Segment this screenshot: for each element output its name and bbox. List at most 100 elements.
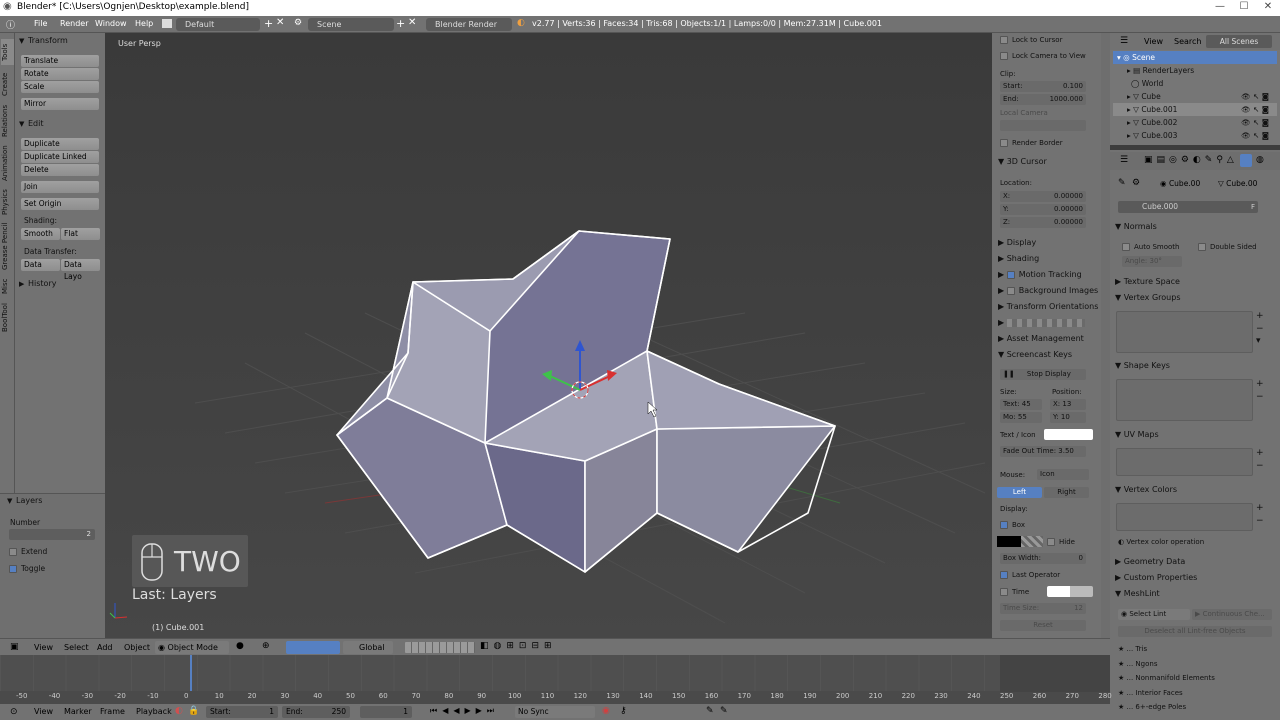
keying-set-icon[interactable]: ⚷ (620, 706, 627, 716)
tab-animation[interactable]: Animation (1, 143, 14, 183)
editor-type-icon[interactable]: ▣ (10, 642, 19, 652)
clip-end-field[interactable]: End: 1000.000 (1000, 94, 1086, 105)
vertex-color-operation[interactable]: ◐ Vertex color operation (1118, 538, 1204, 546)
fake-user-button[interactable]: F (1251, 203, 1255, 211)
local-camera-field[interactable] (1000, 120, 1086, 131)
timeline-frame-menu[interactable]: Frame (100, 707, 125, 716)
set-origin-button[interactable]: Set Origin (21, 198, 99, 210)
3d-cursor-panel-header[interactable]: ▼ 3D Cursor (998, 157, 1047, 166)
vertex-group-menu-icon[interactable]: ▾ (1256, 336, 1261, 346)
last-operator-checkbox[interactable]: Last Operator (1000, 571, 1060, 579)
mouse-size-field[interactable]: Mo: 55 (1000, 412, 1042, 423)
playback-controls-icon[interactable]: ⏮◀◀▶▶⏭ (430, 706, 499, 716)
shading-panel-header[interactable]: ▶ Shading (998, 254, 1039, 263)
continuous-check-button[interactable]: ▶ Continuous Che... (1192, 609, 1272, 620)
outliner-item-cube-001[interactable]: ▸ ▽ Cube.001 👁 ↖ ◙ (1113, 103, 1277, 116)
viewport-shading-icon[interactable]: ● (236, 641, 244, 651)
delete-keyframe-icon[interactable]: ✎ (720, 706, 728, 716)
geometry-data-panel-header[interactable]: ▶ Geometry Data (1115, 557, 1185, 566)
mesh-data-tab-icon[interactable] (1240, 154, 1252, 167)
background-images-panel-header[interactable]: ▶ Background Images (998, 286, 1098, 295)
timeline[interactable]: -50 -40 -30 -20 -10 0 10 20 30 40 50 60 70 80 90 100 110… (0, 655, 1112, 704)
scale-button[interactable]: Scale (21, 81, 99, 93)
scene-field[interactable]: Scene (308, 18, 394, 31)
vertex-colors-panel-header[interactable]: ▼ Vertex Colors (1115, 485, 1177, 494)
position-x-field[interactable]: X: 13 (1050, 399, 1086, 410)
timeline-editor-icon[interactable]: ⊙ (10, 707, 18, 717)
layout-field[interactable]: Default (176, 18, 260, 31)
object-menu[interactable]: Object (124, 643, 150, 652)
layers-panel-header[interactable]: ▼ Layers (7, 496, 42, 505)
lint-ngons-item[interactable]: ★ ... Ngons (1118, 660, 1157, 668)
tab-tools[interactable]: Tools (1, 39, 14, 65)
outliner-search-menu[interactable]: Search (1174, 37, 1201, 46)
select-menu[interactable]: Select (64, 643, 89, 652)
outliner-item-cube-003[interactable]: ▸ ▽ Cube.003 👁 ↖ ◙ (1113, 129, 1277, 142)
remove-shape-key-icon[interactable]: − (1256, 392, 1264, 402)
3d-viewport[interactable]: User Persp (1) Cube.001 TWO Last: Layers (105, 33, 992, 638)
box-width-field[interactable]: Box Width: 0 (1000, 553, 1086, 564)
toggle-checkbox[interactable]: Toggle (9, 564, 45, 573)
add-layout-icon[interactable]: + (264, 17, 273, 30)
material-tab-icon[interactable]: ◍ (1256, 155, 1264, 165)
timeline-marker-menu[interactable]: Marker (64, 707, 92, 716)
add-scene-icon[interactable]: + (396, 17, 405, 30)
remove-vertex-group-icon[interactable]: − (1256, 324, 1264, 334)
duplicate-linked-button[interactable]: Duplicate Linked (21, 151, 99, 163)
pin-icon[interactable]: ✎ (1118, 178, 1126, 188)
custom-properties-panel-header[interactable]: ▶ Custom Properties (1115, 573, 1197, 582)
duplicate-button[interactable]: Duplicate (21, 138, 99, 150)
cursor-z-field[interactable]: Z: 0.00000 (1000, 217, 1086, 228)
maximize-button[interactable]: ☐ (1232, 1, 1256, 14)
mouse-mode-select[interactable]: Icon (1037, 469, 1089, 480)
tab-booltool[interactable]: BoolTool (1, 301, 14, 335)
double-sided-checkbox[interactable]: Double Sided (1198, 243, 1257, 251)
lock-range-icon[interactable]: 🔒 (188, 706, 199, 716)
mesh-name-field[interactable]: Cube.000 (1118, 201, 1258, 213)
left-position-button[interactable]: Left (997, 487, 1042, 498)
lock-camera-checkbox[interactable]: Lock Camera to View (1000, 52, 1086, 60)
context-tab-icons[interactable]: ▣▤◎⚙◐✎⚲△ (1144, 155, 1238, 165)
outliner-item-world[interactable]: ◯ World (1113, 77, 1277, 90)
record-icon[interactable]: ◉ (602, 706, 610, 716)
join-button[interactable]: Join (21, 181, 99, 193)
object-mode-select[interactable]: ◉ Object Mode (155, 641, 229, 654)
cursor-x-field[interactable]: X: 0.00000 (1000, 191, 1086, 202)
right-position-button[interactable]: Right (1044, 487, 1089, 498)
edit-panel-header[interactable]: ▼ Edit (19, 119, 44, 128)
angle-field[interactable]: Angle: 30° (1122, 256, 1182, 267)
lint-interior-faces-item[interactable]: ★ ... Interior Faces (1118, 689, 1183, 697)
tab-grease-pencil[interactable]: Grease Pencil (1, 221, 14, 271)
current-frame-field[interactable]: 1 (360, 706, 412, 718)
outliner-item-cube-002[interactable]: ▸ ▽ Cube.002 👁 ↖ ◙ (1113, 116, 1277, 129)
fade-out-time-field[interactable]: Fade Out Time: 3.50 (1000, 446, 1086, 457)
manipulator-toggle[interactable] (286, 641, 340, 654)
flat-button[interactable]: Flat (61, 228, 100, 240)
tab-physics[interactable]: Physics (1, 187, 14, 217)
select-lint-button[interactable]: ◉ Select Lint (1118, 609, 1190, 620)
hide-checkbox[interactable]: Hide (1047, 538, 1075, 546)
motion-tracking-panel-header[interactable]: ▶ Motion Tracking (998, 270, 1082, 279)
outliner-item-renderlayers[interactable]: ▸ ▤ RenderLayers (1113, 64, 1277, 77)
pivot-point-icon[interactable]: ⊕ (262, 641, 270, 651)
rotate-button[interactable]: Rotate (21, 68, 99, 80)
screen-layout-icon[interactable] (162, 19, 172, 28)
lint-poles-item[interactable]: ★ ... 6+-edge Poles (1118, 703, 1186, 711)
orientation-select[interactable]: Global (343, 641, 393, 654)
display-panel-header[interactable]: ▶ Display (998, 238, 1036, 247)
history-panel-header[interactable]: ▶ History (19, 279, 56, 288)
menu-file[interactable]: File (34, 19, 47, 28)
close-window-button[interactable]: ✕ (1256, 1, 1280, 14)
unnamed-panel-header[interactable]: ▶ (998, 318, 1085, 327)
outliner-editor-icon[interactable]: ☰ (1120, 36, 1128, 46)
lock-to-cursor-checkbox[interactable]: Lock to Cursor (1000, 36, 1062, 44)
text-size-field[interactable]: Text: 45 (1000, 399, 1042, 410)
cursor-y-field[interactable]: Y: 0.00000 (1000, 204, 1086, 215)
outliner-item-scene[interactable]: ▾ ◎ Scene (1113, 51, 1277, 64)
remove-vertex-color-icon[interactable]: − (1256, 516, 1264, 526)
render-engine-select[interactable]: Blender Render (426, 18, 512, 31)
start-frame-field[interactable]: Start: 1 (206, 706, 278, 718)
add-uv-map-icon[interactable]: + (1256, 448, 1264, 458)
screencast-keys-panel-header[interactable]: ▼ Screencast Keys (998, 350, 1072, 359)
time-size-field[interactable]: Time Size: 12 (1000, 603, 1086, 614)
